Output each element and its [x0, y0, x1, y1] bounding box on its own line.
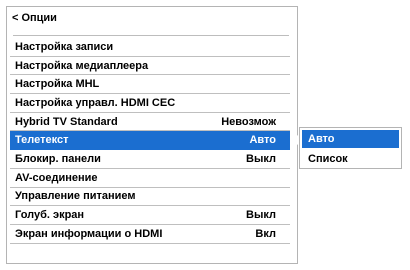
menu-item-teletext[interactable]: Телетекст Авто	[10, 131, 303, 151]
menu-item-label: Hybrid TV Standard	[15, 115, 118, 128]
menu-item-label: Настройка медиаплеера	[15, 59, 149, 72]
submenu-option-auto[interactable]: Авто	[302, 130, 399, 148]
menu-item-label: Телетекст	[15, 134, 69, 147]
menu-item-value: Выкл	[246, 209, 276, 222]
options-panel: < Опции Настройка записи Настройка медиа…	[6, 6, 303, 264]
menu-item-panel-lock[interactable]: Блокир. панели Выкл	[10, 150, 290, 169]
menu-item-value: Авто	[249, 134, 276, 147]
menu-item-label: Экран информации о HDMI	[15, 227, 163, 240]
menu-item-recording-setup[interactable]: Настройка записи	[10, 38, 290, 57]
menu-item-av-connection[interactable]: AV-соединение	[10, 169, 290, 188]
menu-item-hybrid-tv-standard[interactable]: Hybrid TV Standard Невозмож	[10, 113, 290, 132]
menu-item-label: Настройка MHL	[15, 78, 100, 91]
divider	[13, 35, 289, 36]
menu-item-label: AV-соединение	[15, 171, 98, 184]
menu-item-label: Настройка записи	[15, 40, 114, 53]
menu-item-hdmi-cec-setup[interactable]: Настройка управл. HDMI CEC	[10, 94, 290, 113]
submenu-option-list[interactable]: Список	[302, 150, 399, 168]
menu-item-label: Управление питанием	[15, 190, 136, 203]
menu-item-value: Выкл	[246, 152, 276, 165]
options-menu: Настройка записи Настройка медиаплеера Н…	[10, 38, 303, 244]
menu-item-label: Настройка управл. HDMI CEC	[15, 96, 176, 109]
menu-item-value: Невозмож	[221, 115, 276, 128]
menu-item-power-management[interactable]: Управление питанием	[10, 188, 290, 207]
menu-item-media-player-setup[interactable]: Настройка медиаплеера	[10, 57, 290, 76]
menu-item-mhl-setup[interactable]: Настройка MHL	[10, 75, 290, 95]
menu-item-label: Голуб. экран	[15, 209, 85, 222]
menu-item-value: Вкл	[255, 227, 276, 240]
page-title: Опции	[21, 12, 57, 24]
back-arrow-icon: <	[12, 12, 19, 24]
teletext-submenu: Авто Список	[299, 127, 402, 169]
menu-item-label: Блокир. панели	[15, 152, 101, 165]
menu-item-blue-screen[interactable]: Голуб. экран Выкл	[10, 206, 290, 225]
menu-item-hdmi-info-screen[interactable]: Экран информации о HDMI Вкл	[10, 225, 290, 244]
back-button[interactable]: < Опции	[7, 7, 297, 29]
